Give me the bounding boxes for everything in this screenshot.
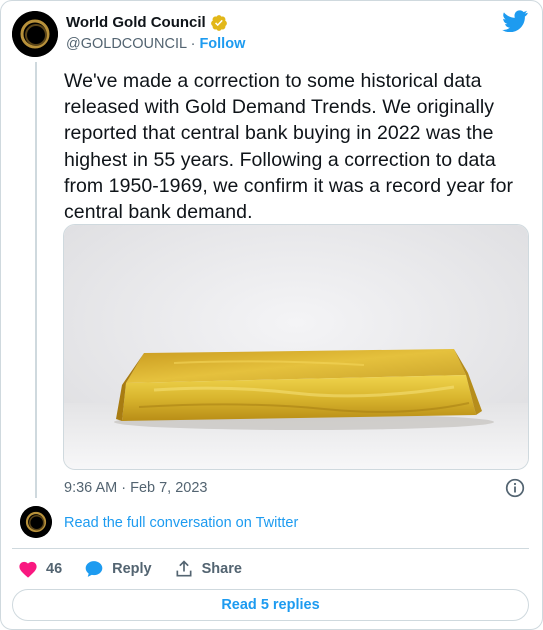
read-full-conversation-link[interactable]: Read the full conversation on Twitter xyxy=(64,515,298,531)
separator-dot: · xyxy=(190,36,196,52)
author-handle-row: @GOLDCOUNCIL · Follow xyxy=(66,36,245,52)
actions-divider xyxy=(12,548,529,549)
tweet-text: We've made a correction to some historic… xyxy=(64,70,514,224)
like-button[interactable]: 46 xyxy=(18,560,62,578)
author-name[interactable]: World Gold Council xyxy=(66,14,206,31)
gold-bar-photo xyxy=(64,225,528,469)
speech-bubble-icon xyxy=(85,561,103,577)
verified-badge-icon xyxy=(211,15,227,31)
reply-button[interactable]: Reply xyxy=(84,559,152,579)
author-avatar[interactable] xyxy=(12,11,58,57)
tweet-timestamp[interactable]: 9:36 AM · Feb 7, 2023 xyxy=(64,480,207,496)
tweet-actions-bar: 46 Reply Share xyxy=(18,557,264,581)
follow-link[interactable]: Follow xyxy=(199,36,245,52)
read-replies-button[interactable]: Read 5 replies xyxy=(12,589,529,621)
like-count: 46 xyxy=(46,561,63,577)
author-avatar-small[interactable] xyxy=(20,506,52,538)
reply-label: Reply xyxy=(112,561,152,577)
gold-ring-logo-icon xyxy=(20,506,52,538)
tweet-media-image[interactable] xyxy=(63,224,529,470)
author-handle[interactable]: @GOLDCOUNCIL xyxy=(66,36,187,52)
thread-connector-line xyxy=(35,62,37,498)
share-label: Share xyxy=(201,561,242,577)
share-button[interactable]: Share xyxy=(174,559,242,579)
info-icon[interactable] xyxy=(505,478,525,498)
twitter-bird-icon[interactable] xyxy=(502,10,528,32)
gold-ring-logo-icon xyxy=(12,11,58,57)
heart-icon xyxy=(19,561,37,578)
share-arrow-icon xyxy=(176,560,192,577)
